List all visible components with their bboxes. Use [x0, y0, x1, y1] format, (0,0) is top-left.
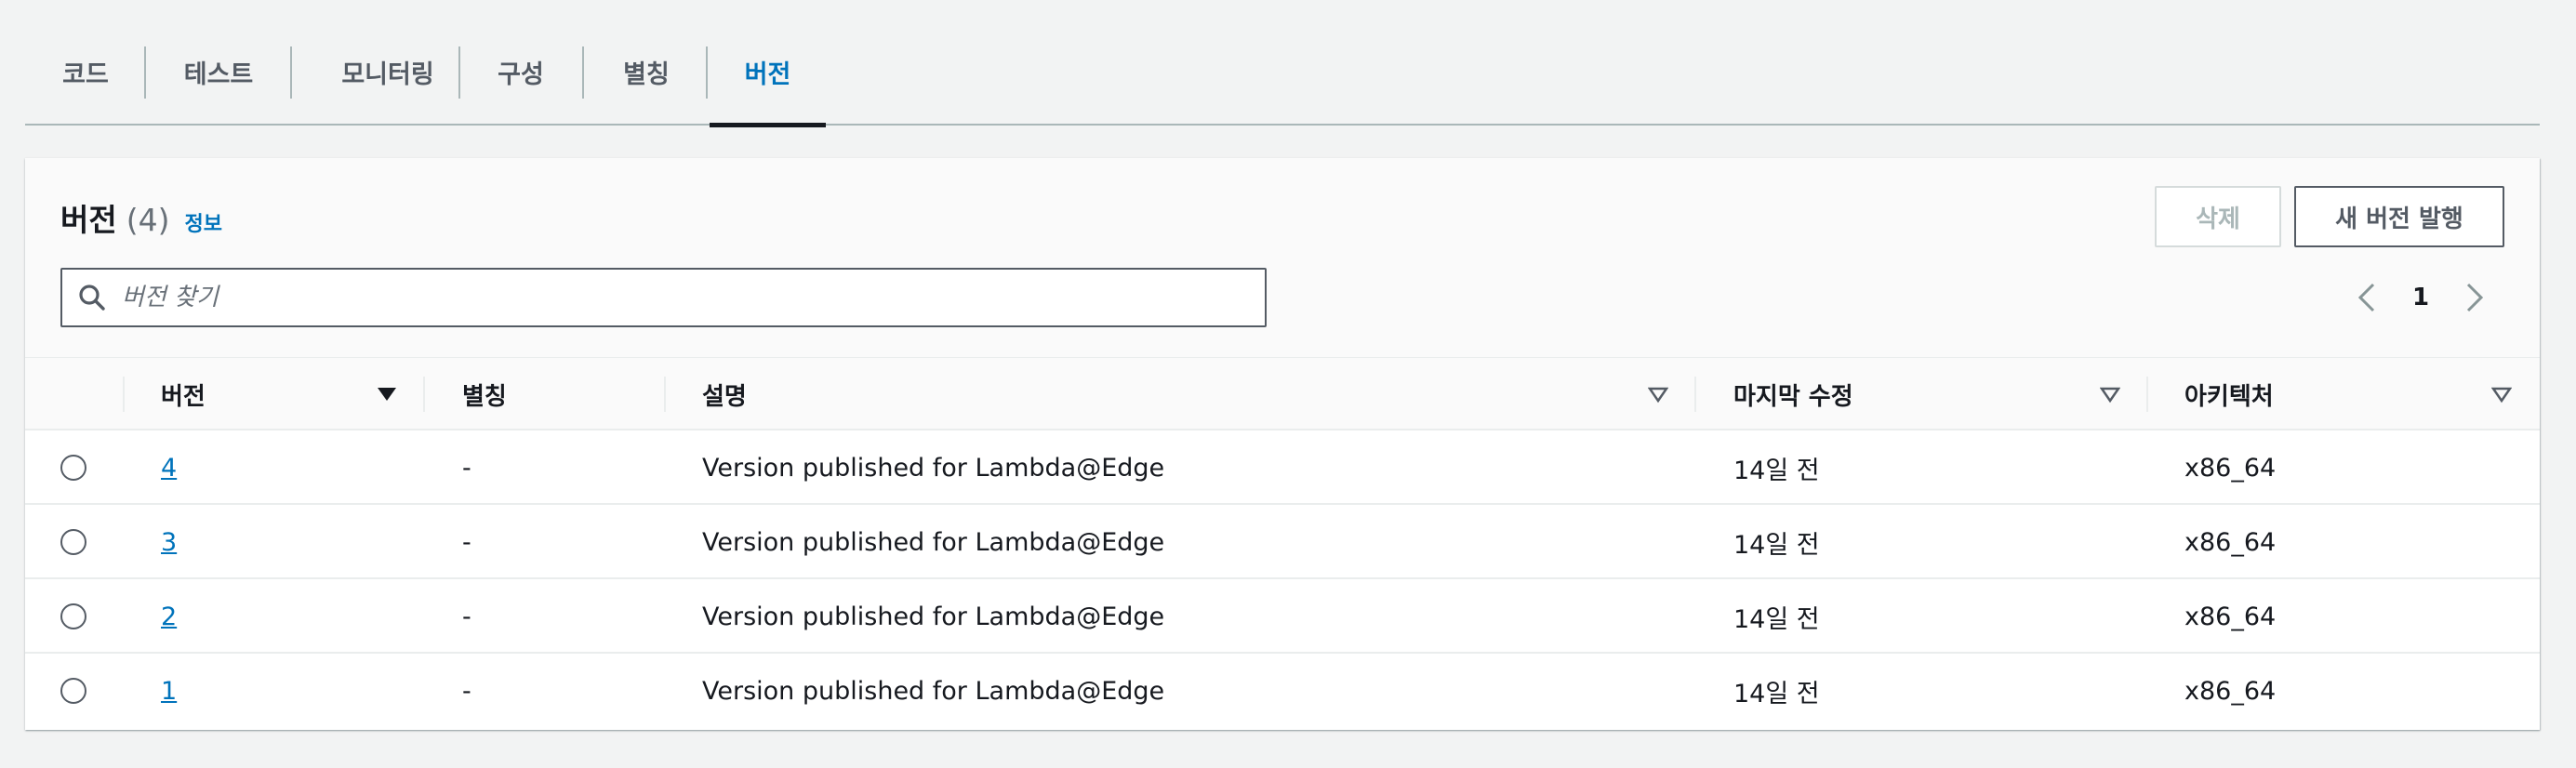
- column-label: 버전: [161, 382, 206, 411]
- column-label: 아키텍처: [2184, 382, 2274, 411]
- column-divider: [1694, 377, 1696, 412]
- version-count: (4): [126, 202, 170, 238]
- tab-label: 테스트: [183, 60, 254, 89]
- sort-descending-icon[interactable]: [377, 384, 397, 404]
- panel-title-text: 버전: [60, 202, 117, 238]
- table-row[interactable]: 3 - Version published for Lambda@Edge 14…: [25, 505, 2540, 579]
- last-modified-cell: 14일 전: [1733, 604, 1820, 634]
- version-link[interactable]: 3: [161, 528, 177, 557]
- tab-label: 코드: [62, 60, 109, 89]
- architecture-cell: x86_64: [2184, 676, 2277, 706]
- last-modified-cell: 14일 전: [1733, 679, 1820, 708]
- row-select-radio[interactable]: [60, 529, 86, 555]
- description-cell: Version published for Lambda@Edge: [702, 602, 1165, 631]
- versions-panel: 버전 (4) 정보 삭제 새 버전 발행 1: [25, 158, 2540, 730]
- chevron-left-icon[interactable]: [2353, 277, 2381, 318]
- architecture-cell: x86_64: [2184, 602, 2277, 631]
- tab-aliases[interactable]: 별칭: [584, 45, 709, 126]
- last-modified-cell: 14일 전: [1733, 530, 1820, 560]
- tab-versions[interactable]: 버전: [710, 45, 826, 127]
- column-divider: [123, 377, 125, 412]
- sort-icon[interactable]: [2491, 384, 2512, 404]
- tab-label: 구성: [498, 60, 544, 89]
- architecture-cell: x86_64: [2184, 527, 2277, 557]
- table-header: 버전 별칭 설명 마지막 수정 아키텍처: [25, 358, 2540, 430]
- delete-button[interactable]: 삭제: [2155, 186, 2281, 247]
- tab-label: 모니터링: [341, 60, 434, 89]
- column-divider: [2146, 377, 2148, 412]
- column-label: 설명: [702, 382, 747, 411]
- column-divider: [664, 377, 666, 412]
- column-label: 마지막 수정: [1733, 382, 1853, 411]
- tab-divider: [706, 46, 708, 99]
- description-cell: Version published for Lambda@Edge: [702, 676, 1165, 706]
- version-link[interactable]: 2: [161, 602, 177, 631]
- row-select-radio[interactable]: [60, 455, 86, 481]
- current-page[interactable]: 1: [2412, 284, 2429, 311]
- row-select-radio[interactable]: [60, 678, 86, 704]
- column-divider: [423, 377, 425, 412]
- pagination: 1: [2353, 277, 2489, 318]
- search-input[interactable]: [122, 270, 1265, 325]
- publish-new-version-button[interactable]: 새 버전 발행: [2294, 186, 2504, 247]
- version-link[interactable]: 1: [161, 677, 177, 706]
- column-header-alias[interactable]: 별칭: [462, 358, 507, 430]
- search-box: [60, 268, 1267, 327]
- tab-label: 버전: [744, 60, 791, 89]
- tab-bar: 코드 테스트 모니터링 구성 별칭 버전: [25, 0, 2540, 127]
- row-select-radio[interactable]: [60, 603, 86, 629]
- panel-title: 버전 (4) 정보: [60, 195, 222, 240]
- tab-test[interactable]: 테스트: [146, 45, 291, 126]
- sort-icon[interactable]: [2100, 384, 2120, 404]
- description-cell: Version published for Lambda@Edge: [702, 527, 1165, 557]
- table-row[interactable]: 2 - Version published for Lambda@Edge 14…: [25, 579, 2540, 654]
- column-label: 별칭: [462, 382, 507, 411]
- table-row[interactable]: 1 - Version published for Lambda@Edge 14…: [25, 654, 2540, 728]
- architecture-cell: x86_64: [2184, 453, 2277, 483]
- version-link[interactable]: 4: [161, 454, 177, 483]
- column-header-last-modified[interactable]: 마지막 수정: [1733, 358, 1853, 430]
- info-link[interactable]: 정보: [184, 207, 221, 237]
- alias-cell: -: [462, 602, 471, 631]
- search-icon: [62, 270, 122, 325]
- versions-table: 버전 별칭 설명 마지막 수정 아키텍처 4 - Version publish…: [25, 358, 2540, 728]
- chevron-right-icon[interactable]: [2461, 277, 2489, 318]
- tab-label: 별칭: [623, 60, 670, 89]
- tab-code[interactable]: 코드: [25, 45, 146, 126]
- sort-icon[interactable]: [1648, 384, 1668, 404]
- description-cell: Version published for Lambda@Edge: [702, 453, 1165, 483]
- tab-configuration[interactable]: 구성: [460, 45, 581, 126]
- alias-cell: -: [462, 527, 471, 557]
- alias-cell: -: [462, 453, 471, 483]
- table-row[interactable]: 4 - Version published for Lambda@Edge 14…: [25, 430, 2540, 505]
- last-modified-cell: 14일 전: [1733, 456, 1820, 485]
- column-header-architecture[interactable]: 아키텍처: [2184, 358, 2274, 430]
- tab-monitoring[interactable]: 모니터링: [292, 45, 484, 126]
- alias-cell: -: [462, 676, 471, 706]
- panel-header: 버전 (4) 정보 삭제 새 버전 발행 1: [25, 158, 2540, 358]
- column-header-description[interactable]: 설명: [702, 358, 747, 430]
- column-header-version[interactable]: 버전: [161, 358, 206, 430]
